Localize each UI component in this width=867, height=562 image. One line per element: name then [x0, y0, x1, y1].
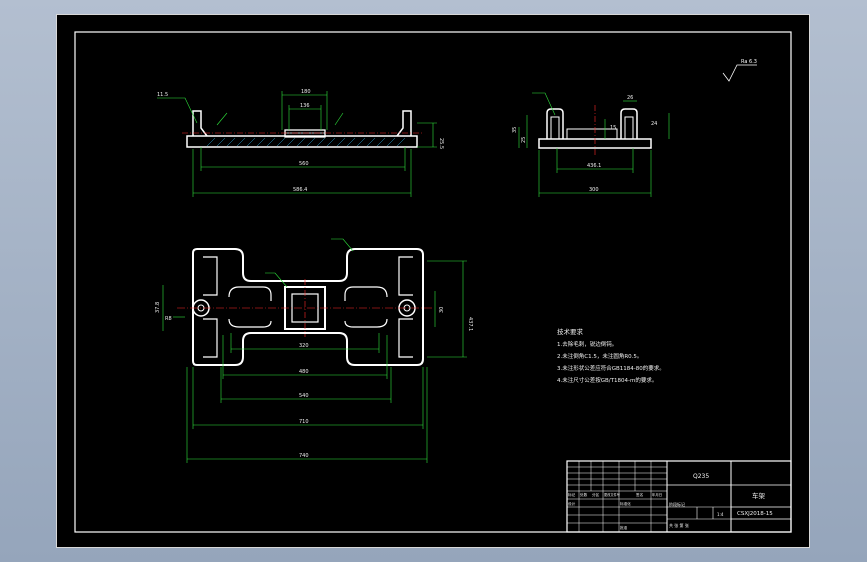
dim-plan-d1: 320: [299, 343, 309, 349]
dim-height-front: 25.5: [438, 138, 444, 149]
dim-plan-right-h: 437.1: [467, 317, 473, 331]
dim-top-width: 180: [301, 89, 311, 95]
drawing-frame: [74, 31, 792, 533]
drawing-sheet: Ra 6.3 180 136 560 586.4 25.5 11.5 35 25…: [56, 14, 810, 548]
dim-mid-span: 560: [299, 161, 309, 167]
dim-side-slot: 26: [627, 95, 633, 101]
dim-side-overall: 300: [589, 187, 599, 193]
note-3: 3.未注形状公差应符合GB1184-80的要求。: [557, 364, 665, 372]
note-4: 4.未注尺寸公差按GB/T1804-m的要求。: [557, 376, 657, 384]
dim-plan-overall: 740: [299, 453, 309, 459]
dim-top-inner: 136: [300, 103, 310, 109]
dim-side-left-h: 35: [512, 127, 518, 133]
title-part-name: 车架: [752, 491, 766, 500]
title-stage-label: 阶段标记: [669, 501, 685, 507]
title-approve-label: 批准: [620, 525, 628, 530]
section-hatch: [206, 137, 406, 147]
title-drawing-no: CSXJ2018-15: [737, 511, 773, 517]
title-design-label: 设计: [568, 501, 576, 506]
note-2: 2.未注倒角C1.5，未注圆角R0.5。: [557, 352, 642, 360]
dim-side-inner-h: 15: [610, 125, 616, 131]
title-row-label-5: 年月日: [652, 492, 662, 497]
dim-plan-d4: 710: [299, 419, 309, 425]
dim-plan-center-h: 30: [439, 307, 445, 313]
dim-plan-left-small: R8: [165, 316, 172, 322]
dim-side-left-h2: 25: [521, 137, 527, 143]
dim-plan-d2: 480: [299, 369, 309, 375]
dim-overall-front: 586.4: [293, 187, 307, 193]
title-sheet-label: 共 张 第 张: [669, 522, 689, 528]
dim-side-inner-w: 436.1: [587, 163, 601, 169]
title-block-text: Q235 车架 CSXJ2018-15 1:4 阶段标记 共 张 第 张 标记 …: [568, 473, 773, 530]
notes-title: 技术要求: [557, 327, 584, 336]
surface-finish-text: Ra 6.3: [741, 59, 757, 65]
title-row-label-3: 更改文件号: [604, 492, 620, 497]
title-row-label-2: 分区: [592, 492, 600, 497]
front-view: 180 136 560 586.4 25.5 11.5: [157, 89, 444, 197]
title-std-label: 标准化: [620, 501, 631, 506]
title-material: Q235: [693, 473, 709, 480]
side-view: 35 25 26 15 24 436.1 300: [512, 92, 670, 197]
title-row-label-0: 标记: [568, 492, 576, 497]
technical-notes: 技术要求 1.去除毛刺，锐边倒钝。 2.未注倒角C1.5，未注圆角R0.5。 3…: [557, 327, 665, 384]
cad-drawing-canvas: Ra 6.3 180 136 560 586.4 25.5 11.5 35 25…: [74, 31, 792, 533]
surface-finish-symbol: Ra 6.3: [722, 59, 757, 82]
plan-view: 37.8 R8 30 437.1 320 480 540 710 740: [155, 238, 473, 463]
dim-plan-d3: 540: [299, 393, 309, 399]
dim-plan-left-h: 37.8: [155, 302, 161, 313]
dim-side-right-h: 24: [651, 121, 657, 127]
title-row-label-1: 处数: [580, 492, 588, 497]
dim-left-note: 11.5: [157, 92, 168, 98]
note-1: 1.去除毛刺，锐边倒钝。: [557, 340, 617, 348]
title-scale: 1:4: [717, 512, 724, 517]
title-row-label-4: 签名: [636, 492, 644, 497]
